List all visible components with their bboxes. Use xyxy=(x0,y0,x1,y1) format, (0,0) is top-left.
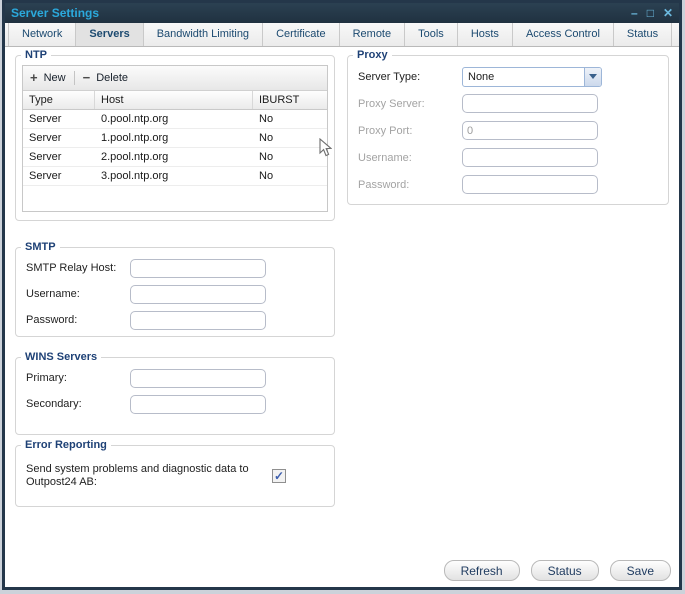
check-icon: ✓ xyxy=(274,470,284,482)
cell-type: Server xyxy=(23,129,95,147)
server-settings-window: Server Settings – □ ✕ Network Servers Ba… xyxy=(2,0,682,590)
column-header-iburst[interactable]: IBURST xyxy=(253,91,327,109)
wins-primary-field[interactable] xyxy=(130,369,266,388)
proxy-username-field[interactable] xyxy=(462,148,598,167)
smtp-relay-host-label: SMTP Relay Host: xyxy=(26,262,130,274)
tab-tools[interactable]: Tools xyxy=(405,23,458,46)
column-header-type[interactable]: Type xyxy=(23,91,95,109)
proxy-legend: Proxy xyxy=(353,49,392,61)
smtp-relay-host-field[interactable] xyxy=(130,259,266,278)
status-button[interactable]: Status xyxy=(531,560,599,581)
wins-secondary-label: Secondary: xyxy=(26,398,130,410)
proxy-password-label: Password: xyxy=(358,179,462,191)
proxy-section: Proxy Server Type: None Proxy Server: Pr… xyxy=(347,49,669,205)
new-button-label: New xyxy=(44,72,66,84)
ntp-grid-panel: + New − Delete Type Host IBURST Server xyxy=(22,65,328,212)
cell-type: Server xyxy=(23,148,95,166)
proxy-password-field[interactable] xyxy=(462,175,598,194)
tab-network[interactable]: Network xyxy=(8,23,76,46)
cell-iburst: No xyxy=(253,110,327,128)
smtp-section: SMTP SMTP Relay Host: Username: Password… xyxy=(15,241,335,337)
window-controls: – □ ✕ xyxy=(631,6,673,20)
column-header-host[interactable]: Host xyxy=(95,91,253,109)
close-icon[interactable]: ✕ xyxy=(663,6,673,20)
tab-servers[interactable]: Servers xyxy=(76,23,143,46)
plus-icon: + xyxy=(30,72,38,84)
ntp-toolbar: + New − Delete xyxy=(23,66,327,91)
ntp-section: NTP + New − Delete Type Host IBUR xyxy=(15,49,335,221)
table-row[interactable]: Server 0.pool.ntp.org No xyxy=(23,110,327,129)
minus-icon: − xyxy=(83,72,91,84)
cell-type: Server xyxy=(23,110,95,128)
table-row[interactable]: Server 3.pool.ntp.org No xyxy=(23,167,327,186)
server-type-select[interactable]: None xyxy=(462,67,602,87)
proxy-username-label: Username: xyxy=(358,152,462,164)
error-reporting-text: Send system problems and diagnostic data… xyxy=(26,463,258,489)
tab-certificate[interactable]: Certificate xyxy=(263,23,340,46)
error-reporting-checkbox[interactable]: ✓ xyxy=(272,469,286,483)
cell-iburst: No xyxy=(253,148,327,166)
proxy-port-label: Proxy Port: xyxy=(358,125,462,137)
titlebar: Server Settings – □ ✕ xyxy=(5,3,679,23)
footer-buttons: Refresh Status Save xyxy=(444,560,671,581)
tab-access-control[interactable]: Access Control xyxy=(513,23,614,46)
wins-section: WINS Servers Primary: Secondary: xyxy=(15,351,335,435)
cell-host: 0.pool.ntp.org xyxy=(95,110,253,128)
smtp-username-field[interactable] xyxy=(130,285,266,304)
delete-button-label: Delete xyxy=(96,72,128,84)
cell-host: 2.pool.ntp.org xyxy=(95,148,253,166)
refresh-button[interactable]: Refresh xyxy=(444,560,520,581)
chevron-down-icon xyxy=(589,74,597,79)
delete-button[interactable]: − Delete xyxy=(83,72,128,84)
proxy-port-field[interactable] xyxy=(462,121,598,140)
new-button[interactable]: + New xyxy=(30,72,66,84)
toolbar-separator xyxy=(74,71,75,85)
servers-tab-content: NTP + New − Delete Type Host IBUR xyxy=(5,47,679,587)
ntp-legend: NTP xyxy=(21,49,51,61)
minimize-icon[interactable]: – xyxy=(631,6,638,20)
tab-management[interactable]: Management xyxy=(672,23,685,46)
cell-iburst: No xyxy=(253,167,327,185)
wins-primary-label: Primary: xyxy=(26,372,130,384)
wins-secondary-field[interactable] xyxy=(130,395,266,414)
cell-type: Server xyxy=(23,167,95,185)
proxy-server-label: Proxy Server: xyxy=(358,98,462,110)
tab-status[interactable]: Status xyxy=(614,23,672,46)
tab-strip: Network Servers Bandwidth Limiting Certi… xyxy=(5,23,679,47)
smtp-password-field[interactable] xyxy=(130,311,266,330)
proxy-server-field[interactable] xyxy=(462,94,598,113)
wins-legend: WINS Servers xyxy=(21,351,101,363)
window-title: Server Settings xyxy=(11,6,99,20)
tab-remote[interactable]: Remote xyxy=(340,23,406,46)
save-button[interactable]: Save xyxy=(610,560,671,581)
ntp-table-header: Type Host IBURST xyxy=(23,91,327,110)
cell-host: 1.pool.ntp.org xyxy=(95,129,253,147)
cell-host: 3.pool.ntp.org xyxy=(95,167,253,185)
table-row[interactable]: Server 1.pool.ntp.org No xyxy=(23,129,327,148)
error-reporting-section: Error Reporting Send system problems and… xyxy=(15,439,335,507)
table-row[interactable]: Server 2.pool.ntp.org No xyxy=(23,148,327,167)
combo-arrow-button[interactable] xyxy=(584,68,601,86)
smtp-password-label: Password: xyxy=(26,314,130,326)
server-type-label: Server Type: xyxy=(358,71,462,83)
smtp-username-label: Username: xyxy=(26,288,130,300)
smtp-legend: SMTP xyxy=(21,241,60,253)
maximize-icon[interactable]: □ xyxy=(647,6,654,20)
cell-iburst: No xyxy=(253,129,327,147)
server-type-value: None xyxy=(463,71,584,83)
tab-bandwidth-limiting[interactable]: Bandwidth Limiting xyxy=(144,23,263,46)
error-reporting-legend: Error Reporting xyxy=(21,439,111,451)
tab-hosts[interactable]: Hosts xyxy=(458,23,513,46)
